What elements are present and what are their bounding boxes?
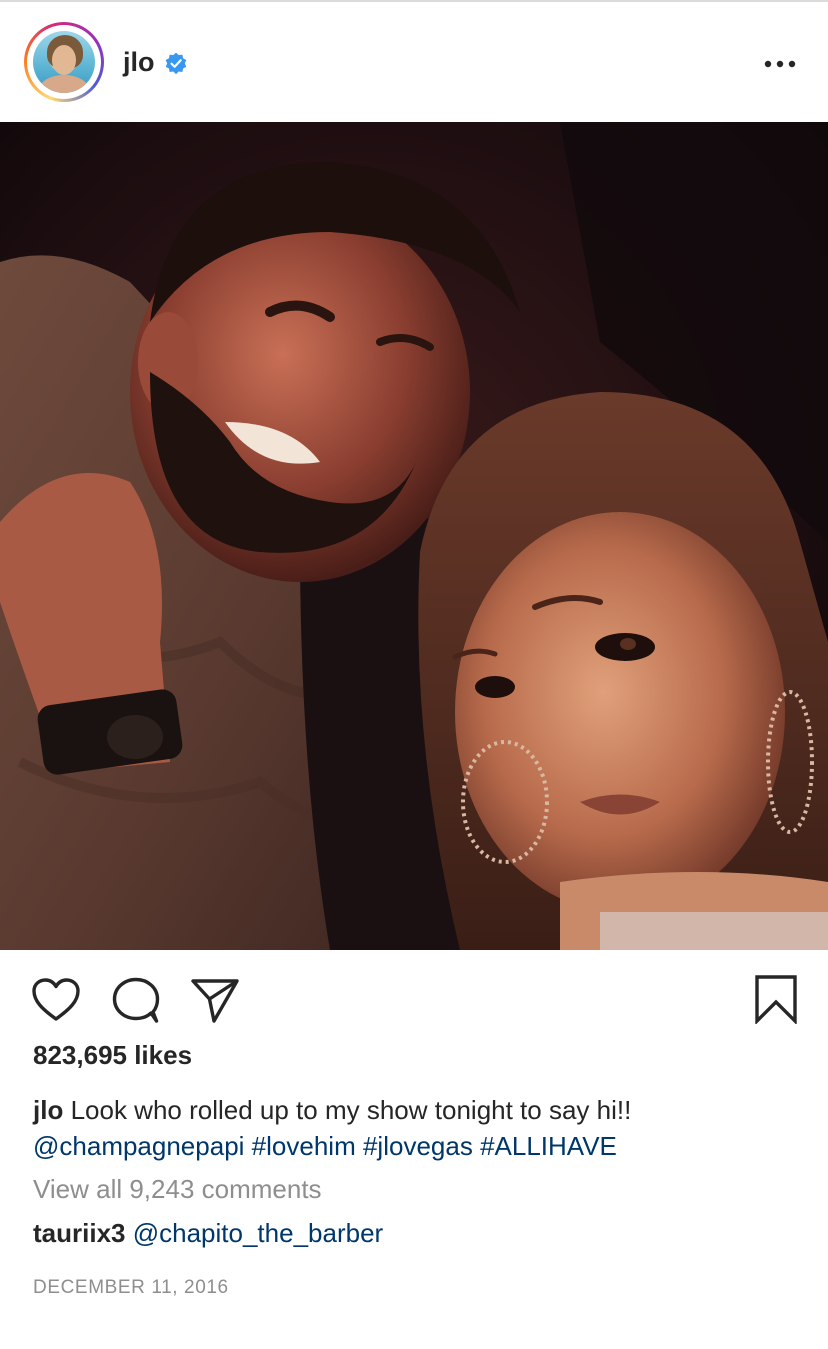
comment-icon[interactable]: [111, 976, 161, 1024]
verified-badge-icon: [165, 52, 187, 75]
hashtag-link[interactable]: #jlovegas: [363, 1131, 473, 1161]
comment-item: tauriix3 @chapito_the_barber: [33, 1216, 383, 1250]
action-bar: [0, 950, 828, 1040]
share-icon[interactable]: [190, 976, 240, 1024]
hashtag-link[interactable]: #ALLIHAVE: [480, 1131, 617, 1161]
post-photo[interactable]: [0, 122, 828, 950]
comment-author-link[interactable]: tauriix3: [33, 1218, 126, 1248]
bookmark-icon[interactable]: [754, 974, 798, 1024]
caption-author-link[interactable]: jlo: [33, 1095, 63, 1125]
hashtag-link[interactable]: #lovehim: [252, 1131, 356, 1161]
post-date[interactable]: DECEMBER 11, 2016: [33, 1276, 229, 1300]
view-all-comments-link[interactable]: View all 9,243 comments: [33, 1172, 322, 1206]
mention-link[interactable]: @champagnepapi: [33, 1131, 244, 1161]
comment-mention-link[interactable]: @chapito_the_barber: [133, 1218, 383, 1248]
photo-illustration: [0, 122, 828, 950]
post-caption: jlo Look who rolled up to my show tonigh…: [33, 1092, 803, 1164]
avatar-story-ring[interactable]: [24, 22, 104, 102]
caption-text: Look who rolled up to my show tonight to…: [70, 1095, 632, 1125]
heart-icon[interactable]: [32, 978, 80, 1022]
post-header: jlo: [0, 2, 828, 122]
username-link[interactable]: jlo: [123, 45, 155, 79]
more-options-icon[interactable]: [762, 50, 798, 78]
avatar[interactable]: [33, 31, 95, 93]
like-count[interactable]: 823,695 likes: [33, 1038, 192, 1072]
